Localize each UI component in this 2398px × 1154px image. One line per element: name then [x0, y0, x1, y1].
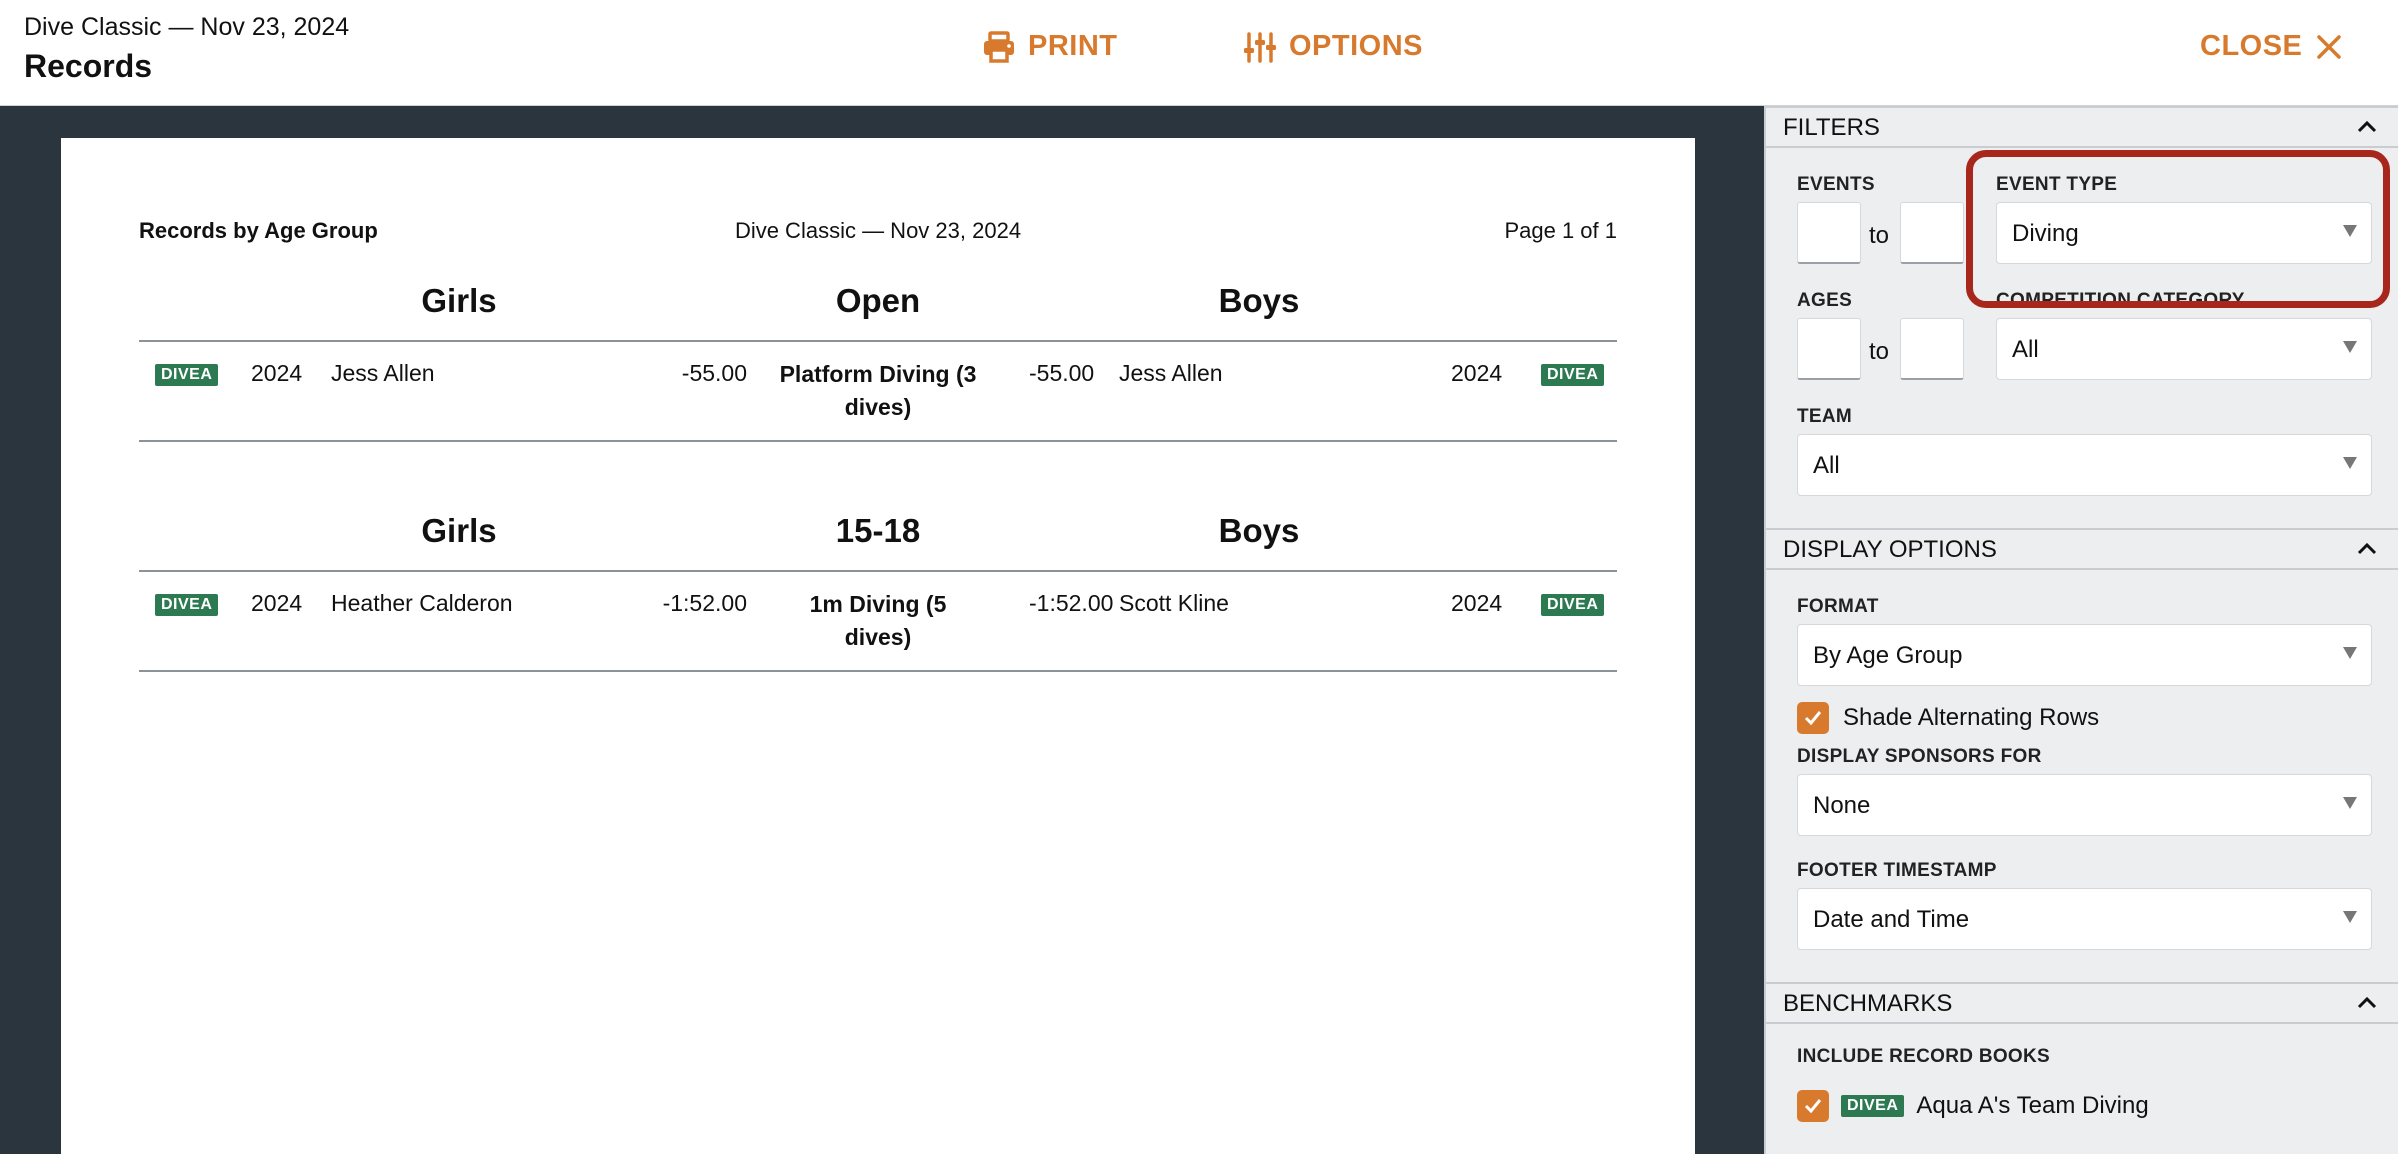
team-select[interactable]: All — [1797, 434, 2372, 496]
age-group-heading: Open — [835, 282, 921, 319]
boys-heading: Boys — [1218, 512, 1300, 549]
events-to-input[interactable] — [1900, 202, 1964, 264]
event-type-select[interactable]: Diving — [1996, 202, 2372, 264]
record-book-badge: DIVEA — [1541, 594, 1605, 616]
record-book-name: Aqua A's Team Diving — [1916, 1092, 2149, 1119]
girls-heading: Girls — [421, 512, 497, 549]
group-header: Girls Open Boys — [139, 276, 1617, 342]
filters-heading: FILTERS — [1783, 114, 1880, 141]
girls-record-score: -55.00 — [681, 360, 747, 386]
report-page-info: Page 1 of 1 — [1504, 218, 1617, 243]
report-page: Records by Age Group Dive Classic — Nov … — [61, 138, 1695, 1154]
group-header: Girls 15-18 Boys — [139, 506, 1617, 572]
boys-record-holder: Scott Kline — [1119, 590, 1229, 616]
sponsors-value: None — [1813, 792, 1871, 819]
event-type-value: Diving — [2012, 220, 2079, 247]
girls-heading: Girls — [421, 282, 497, 319]
sponsors-select[interactable]: None — [1797, 774, 2372, 836]
close-icon — [2314, 32, 2344, 62]
ages-to-label: to — [1869, 338, 1890, 365]
format-select[interactable]: By Age Group — [1797, 624, 2372, 686]
competition-category-value: All — [2012, 336, 2039, 363]
display-options-section-header[interactable]: DISPLAY OPTIONS — [1766, 528, 2398, 570]
girls-record-year: 2024 — [251, 360, 303, 386]
competition-category-select[interactable]: All — [1996, 318, 2372, 380]
record-row: DIVEA 2024 Jess Allen -55.00 Platform Di… — [139, 342, 1617, 442]
girls-record-holder: Heather Calderon — [331, 590, 513, 616]
chevron-up-icon[interactable] — [2356, 116, 2378, 145]
ages-to-input[interactable] — [1900, 318, 1964, 380]
format-value: By Age Group — [1813, 642, 1963, 669]
boys-record-score: -55.00 — [1029, 360, 1095, 386]
benchmarks-section-header[interactable]: BENCHMARKS — [1766, 982, 2398, 1024]
record-book-badge: DIVEA — [155, 364, 219, 386]
record-book-badge: DIVEA — [155, 594, 219, 616]
dropdown-arrow-icon — [2343, 911, 2357, 923]
options-button[interactable]: OPTIONS — [1243, 30, 1423, 63]
footer-timestamp-label: FOOTER TIMESTAMP — [1797, 860, 1997, 881]
record-row: DIVEA 2024 Heather Calderon -1:52.00 1m … — [139, 572, 1617, 672]
boys-record-holder: Jess Allen — [1119, 360, 1223, 386]
girls-record-score: -1:52.00 — [662, 590, 747, 616]
dropdown-arrow-icon — [2343, 225, 2357, 237]
event-name: Platform Diving (3 dives) — [779, 361, 977, 420]
boys-record-year: 2024 — [1451, 590, 1503, 616]
record-book-checkbox[interactable] — [1797, 1090, 1829, 1122]
record-book-badge: DIVEA — [1541, 364, 1605, 386]
record-group: Girls Open Boys DIVEA 2024 Jess Allen -5… — [139, 276, 1617, 442]
chevron-up-icon[interactable] — [2356, 992, 2378, 1021]
dropdown-arrow-icon — [2343, 341, 2357, 353]
filters-section-header[interactable]: FILTERS — [1766, 106, 2398, 148]
display-options-heading: DISPLAY OPTIONS — [1783, 536, 1997, 563]
team-value: All — [1813, 452, 1840, 479]
sponsors-label: DISPLAY SPONSORS FOR — [1797, 746, 2042, 767]
format-label: FORMAT — [1797, 596, 1879, 617]
dropdown-arrow-icon — [2343, 797, 2357, 809]
shade-rows-option[interactable]: Shade Alternating Rows — [1797, 702, 2099, 734]
competition-category-label: COMPETITION CATEGORY — [1996, 290, 2245, 310]
events-to-label: to — [1869, 222, 1890, 249]
sliders-icon — [1243, 31, 1277, 63]
close-button[interactable]: CLOSE — [2200, 30, 2344, 63]
ages-from-input[interactable] — [1797, 318, 1861, 380]
event-type-label: EVENT TYPE — [1996, 174, 2118, 195]
record-group: Girls 15-18 Boys DIVEA 2024 Heather Cald… — [139, 506, 1617, 672]
page-title: Records — [24, 48, 153, 84]
girls-record-year: 2024 — [251, 590, 303, 616]
dropdown-arrow-icon — [2343, 457, 2357, 469]
print-button[interactable]: PRINT — [982, 30, 1118, 63]
printer-icon — [982, 30, 1016, 63]
ages-label: AGES — [1797, 290, 1853, 311]
boys-record-year: 2024 — [1451, 360, 1503, 386]
footer-timestamp-select[interactable]: Date and Time — [1797, 888, 2372, 950]
record-book-option[interactable]: DIVEA Aqua A's Team Diving — [1797, 1090, 2149, 1122]
girls-record-holder: Jess Allen — [331, 360, 435, 386]
dropdown-arrow-icon — [2343, 647, 2357, 659]
shade-rows-checkbox[interactable] — [1797, 702, 1829, 734]
meet-subtitle: Dive Classic — Nov 23, 2024 — [24, 13, 350, 41]
include-record-books-label: INCLUDE RECORD BOOKS — [1797, 1046, 2051, 1067]
options-label: OPTIONS — [1289, 30, 1424, 62]
boys-record-score: -1:52.00 — [1029, 590, 1114, 616]
options-panel: FILTERS EVENTS to EVENT TYPE Diving AGES… — [1764, 106, 2398, 1154]
events-label: EVENTS — [1797, 174, 1875, 195]
record-book-badge: DIVEA — [1841, 1095, 1905, 1117]
team-label: TEAM — [1797, 406, 1853, 427]
footer-timestamp-value: Date and Time — [1813, 906, 1970, 933]
event-name: 1m Diving (5 dives) — [809, 591, 947, 650]
boys-heading: Boys — [1218, 282, 1300, 319]
top-bar: Dive Classic — Nov 23, 2024 Records PRIN… — [0, 0, 2398, 106]
close-label: CLOSE — [2200, 30, 2303, 62]
chevron-up-icon[interactable] — [2356, 538, 2378, 567]
print-label: PRINT — [1028, 30, 1118, 62]
shade-rows-label: Shade Alternating Rows — [1843, 704, 2100, 731]
report-meet-title: Dive Classic — Nov 23, 2024 — [734, 218, 1022, 243]
events-from-input[interactable] — [1797, 202, 1861, 264]
benchmarks-heading: BENCHMARKS — [1783, 990, 1953, 1017]
age-group-heading: 15-18 — [835, 512, 921, 549]
